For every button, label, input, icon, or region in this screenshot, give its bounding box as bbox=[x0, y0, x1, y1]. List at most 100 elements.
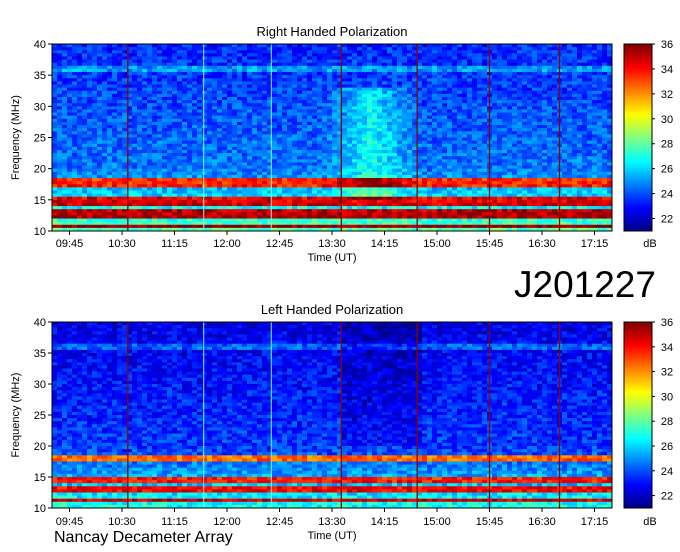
heatmap-cell bbox=[302, 87, 308, 92]
heatmap-cell bbox=[587, 75, 593, 79]
heatmap-cell bbox=[422, 62, 428, 67]
heatmap-cell bbox=[462, 75, 468, 79]
heatmap-cell bbox=[227, 125, 233, 129]
heatmap-cell bbox=[432, 162, 438, 166]
heatmap-cell bbox=[152, 149, 158, 154]
heatmap-cell bbox=[457, 93, 463, 98]
heatmap-cell bbox=[292, 153, 298, 157]
heatmap-cell bbox=[207, 87, 213, 92]
heatmap-cell bbox=[247, 165, 253, 170]
heatmap-cell bbox=[112, 146, 118, 151]
heatmap-cell bbox=[287, 47, 293, 51]
heatmap-cell bbox=[472, 96, 478, 101]
heatmap-cell bbox=[442, 128, 448, 132]
heatmap-cell bbox=[212, 156, 218, 160]
heatmap-cell bbox=[567, 47, 573, 51]
heatmap-cell bbox=[547, 50, 553, 54]
heatmap-cell bbox=[582, 128, 588, 132]
heatmap-cell bbox=[577, 93, 583, 98]
heatmap-cell bbox=[292, 109, 298, 113]
heatmap-cell bbox=[117, 72, 123, 76]
heatmap-cell bbox=[502, 125, 508, 129]
heatmap-cell bbox=[602, 81, 608, 85]
heatmap-cell bbox=[142, 131, 148, 135]
heatmap-cell bbox=[287, 68, 293, 73]
heatmap-cell bbox=[512, 115, 518, 120]
heatmap-cell bbox=[527, 137, 533, 142]
heatmap-cell bbox=[167, 128, 173, 132]
heatmap-cell bbox=[132, 59, 138, 64]
heatmap-cell bbox=[497, 149, 503, 154]
heatmap-cell bbox=[197, 81, 203, 85]
heatmap-cell bbox=[217, 87, 223, 92]
heatmap-cell bbox=[342, 137, 348, 142]
heatmap-cell bbox=[237, 81, 243, 85]
heatmap-cell bbox=[242, 159, 248, 163]
heatmap-cell bbox=[447, 81, 453, 85]
heatmap-cell bbox=[117, 171, 123, 176]
heatmap-cell bbox=[507, 62, 513, 67]
heatmap-cell bbox=[562, 178, 568, 182]
heatmap-cell bbox=[577, 168, 583, 173]
heatmap-cell bbox=[332, 75, 338, 79]
heatmap-cell bbox=[252, 72, 258, 76]
heatmap-cell bbox=[212, 131, 218, 135]
heatmap-cell bbox=[472, 134, 478, 138]
heatmap-cell bbox=[277, 44, 283, 48]
heatmap-cell bbox=[432, 44, 438, 48]
heatmap-cell bbox=[282, 171, 288, 176]
heatmap-cell bbox=[172, 140, 178, 145]
heatmap-cell bbox=[172, 143, 178, 148]
heatmap-cell bbox=[147, 112, 153, 117]
heatmap-cell bbox=[282, 100, 288, 104]
heatmap-cell bbox=[507, 178, 513, 182]
heatmap-cell bbox=[512, 168, 518, 173]
heatmap-cell bbox=[67, 112, 73, 117]
heatmap-cell bbox=[102, 109, 108, 113]
heatmap-cell bbox=[257, 112, 263, 117]
heatmap-cell bbox=[157, 162, 163, 166]
heatmap-cell bbox=[107, 68, 113, 73]
heatmap-cell bbox=[452, 72, 458, 76]
heatmap-cell bbox=[562, 146, 568, 151]
heatmap-cell bbox=[482, 128, 488, 132]
heatmap-cell bbox=[227, 53, 233, 57]
heatmap-cell bbox=[67, 174, 73, 179]
heatmap-cell bbox=[507, 146, 513, 151]
heatmap-cell bbox=[377, 165, 383, 170]
heatmap-cell bbox=[152, 106, 158, 110]
heatmap-cell bbox=[587, 62, 593, 67]
heatmap-cell bbox=[332, 84, 338, 89]
heatmap-cell bbox=[67, 65, 73, 70]
heatmap-cell bbox=[572, 128, 578, 132]
heatmap-cell bbox=[372, 87, 378, 92]
heatmap-cell bbox=[402, 65, 408, 70]
heatmap-cell bbox=[552, 87, 558, 92]
heatmap-cell bbox=[572, 118, 578, 123]
heatmap-cell bbox=[457, 149, 463, 154]
heatmap-cell bbox=[497, 121, 503, 126]
heatmap-cell bbox=[512, 72, 518, 76]
heatmap-cell bbox=[587, 134, 593, 138]
heatmap-cell bbox=[157, 96, 163, 101]
heatmap-cell bbox=[492, 134, 498, 138]
heatmap-cell bbox=[372, 118, 378, 123]
heatmap-cell bbox=[407, 125, 413, 129]
heatmap-cell bbox=[307, 84, 313, 89]
heatmap-cell bbox=[237, 159, 243, 163]
heatmap-cell bbox=[502, 140, 508, 145]
heatmap-cell bbox=[147, 68, 153, 73]
heatmap-cell bbox=[102, 103, 108, 107]
heatmap-cell bbox=[217, 44, 223, 48]
heatmap-cell bbox=[542, 109, 548, 113]
heatmap-cell bbox=[442, 112, 448, 117]
heatmap-cell bbox=[272, 171, 278, 176]
heatmap-cell bbox=[477, 178, 483, 182]
heatmap-cell bbox=[147, 72, 153, 76]
heatmap-cell bbox=[292, 84, 298, 89]
heatmap-cell bbox=[507, 149, 513, 154]
heatmap-cell bbox=[72, 159, 78, 163]
heatmap-cell bbox=[182, 174, 188, 179]
heatmap-cell bbox=[297, 131, 303, 135]
heatmap-cell bbox=[597, 75, 603, 79]
